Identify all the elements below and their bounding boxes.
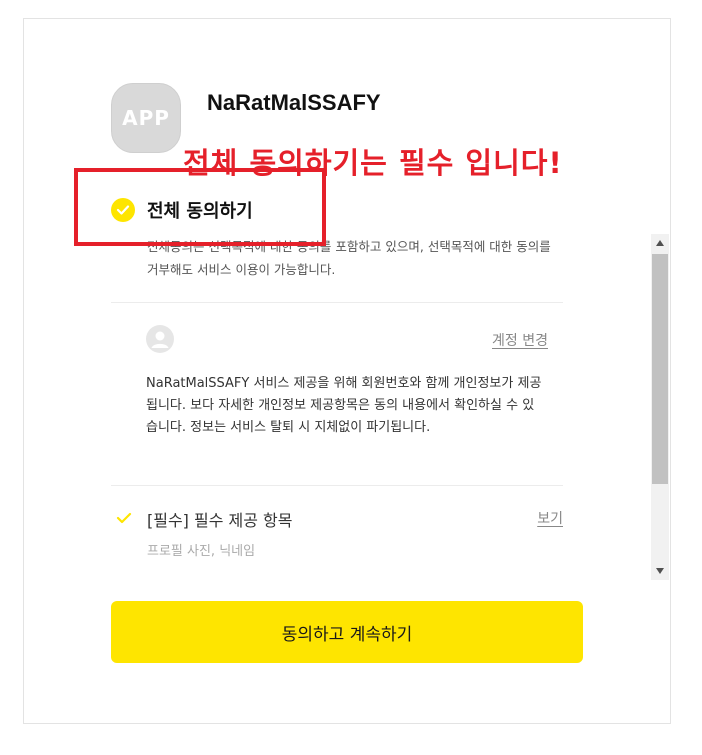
required-item-row[interactable]: [필수] 필수 제공 항목 보기 bbox=[111, 507, 563, 531]
app-name: NaRatMalSSAFY bbox=[207, 90, 381, 115]
account-change-link[interactable]: 계정 변경 bbox=[492, 330, 548, 350]
required-item-label: [필수] 필수 제공 항목 bbox=[147, 511, 293, 530]
scroll-down-icon[interactable] bbox=[651, 562, 669, 580]
view-link[interactable]: 보기 bbox=[537, 508, 563, 528]
user-avatar-icon bbox=[146, 325, 174, 353]
divider bbox=[111, 485, 563, 486]
scroll-thumb[interactable] bbox=[652, 254, 668, 484]
check-icon[interactable] bbox=[116, 510, 132, 529]
continue-button[interactable]: 동의하고 계속하기 bbox=[111, 601, 583, 663]
app-icon: APP bbox=[111, 83, 181, 153]
divider bbox=[111, 302, 563, 303]
provide-description: NaRatMalSSAFY 서비스 제공을 위해 회원번호와 함께 개인정보가 … bbox=[146, 376, 542, 435]
scroll-up-icon[interactable] bbox=[651, 234, 669, 252]
annotation-box bbox=[74, 168, 326, 246]
scrollbar[interactable] bbox=[651, 234, 669, 580]
required-item-details: 프로필 사진, 닉네임 bbox=[147, 544, 256, 559]
app-icon-text: APP bbox=[122, 106, 170, 130]
annotation-connector bbox=[180, 168, 183, 172]
